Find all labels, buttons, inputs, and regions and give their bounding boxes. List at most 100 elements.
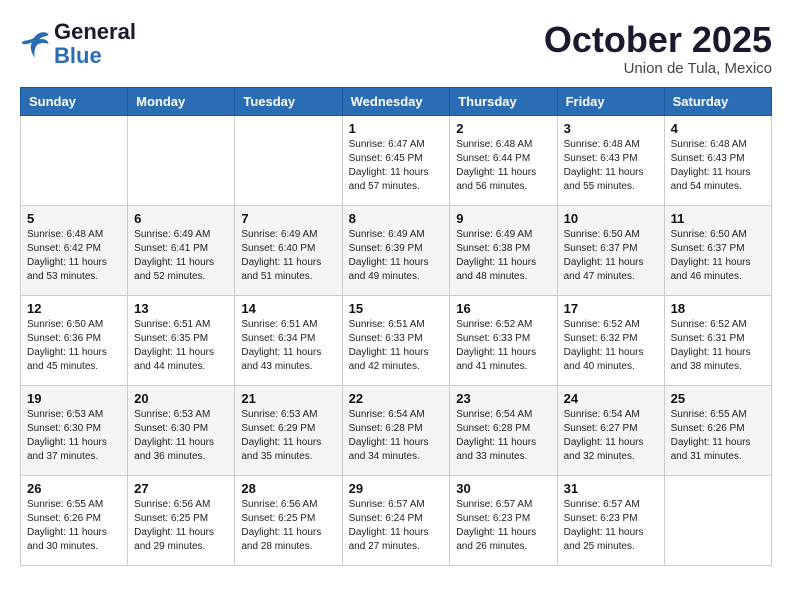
- calendar-cell: 13 Sunrise: 6:51 AM Sunset: 6:35 PM Dayli…: [128, 295, 235, 385]
- calendar-cell: 17 Sunrise: 6:52 AM Sunset: 6:32 PM Dayli…: [557, 295, 664, 385]
- day-number: 5: [27, 211, 121, 226]
- weekday-header: Saturday: [664, 87, 771, 115]
- calendar-week-row: 1Sunrise: 6:47 AM Sunset: 6:45 PM Daylig…: [21, 115, 772, 205]
- weekday-header-row: SundayMondayTuesdayWednesdayThursdayFrid…: [21, 87, 772, 115]
- calendar-cell: 3Sunrise: 6:48 AM Sunset: 6:43 PM Daylig…: [557, 115, 664, 205]
- day-number: 30: [456, 481, 550, 496]
- calendar-cell: [128, 115, 235, 205]
- calendar-cell: 23 Sunrise: 6:54 AM Sunset: 6:28 PM Dayli…: [450, 385, 557, 475]
- calendar-cell: 12 Sunrise: 6:50 AM Sunset: 6:36 PM Dayli…: [21, 295, 128, 385]
- calendar-cell: 18 Sunrise: 6:52 AM Sunset: 6:31 PM Dayli…: [664, 295, 771, 385]
- calendar-cell: 1Sunrise: 6:47 AM Sunset: 6:45 PM Daylig…: [342, 115, 450, 205]
- day-number: 23: [456, 391, 550, 406]
- day-info: Sunrise: 6:50 AM Sunset: 6:37 PM Dayligh…: [564, 228, 658, 284]
- calendar-cell: 10 Sunrise: 6:50 AM Sunset: 6:37 PM Dayli…: [557, 205, 664, 295]
- weekday-header: Thursday: [450, 87, 557, 115]
- day-number: 26: [27, 481, 121, 496]
- day-number: 27: [134, 481, 228, 496]
- day-number: 9: [456, 211, 550, 226]
- day-info: Sunrise: 6:51 AM Sunset: 6:34 PM Dayligh…: [241, 318, 335, 374]
- weekday-header: Monday: [128, 87, 235, 115]
- day-info: Sunrise: 6:54 AM Sunset: 6:28 PM Dayligh…: [456, 408, 550, 464]
- day-info: Sunrise: 6:52 AM Sunset: 6:32 PM Dayligh…: [564, 318, 658, 374]
- calendar-cell: 25 Sunrise: 6:55 AM Sunset: 6:26 PM Dayli…: [664, 385, 771, 475]
- day-info: Sunrise: 6:50 AM Sunset: 6:37 PM Dayligh…: [671, 228, 765, 284]
- weekday-header: Friday: [557, 87, 664, 115]
- day-number: 4: [671, 121, 765, 136]
- day-info: Sunrise: 6:49 AM Sunset: 6:39 PM Dayligh…: [349, 228, 444, 284]
- calendar-cell: 21Sunrise: 6:53 AM Sunset: 6:29 PM Dayli…: [235, 385, 342, 475]
- calendar-cell: [21, 115, 128, 205]
- day-number: 21: [241, 391, 335, 406]
- logo-bird-icon: [20, 30, 50, 58]
- day-info: Sunrise: 6:57 AM Sunset: 6:24 PM Dayligh…: [349, 498, 444, 554]
- day-info: Sunrise: 6:51 AM Sunset: 6:35 PM Dayligh…: [134, 318, 228, 374]
- calendar-cell: [235, 115, 342, 205]
- day-info: Sunrise: 6:48 AM Sunset: 6:42 PM Dayligh…: [27, 228, 121, 284]
- calendar-cell: 19 Sunrise: 6:53 AM Sunset: 6:30 PM Dayli…: [21, 385, 128, 475]
- day-number: 17: [564, 301, 658, 316]
- day-number: 7: [241, 211, 335, 226]
- calendar-week-row: 19 Sunrise: 6:53 AM Sunset: 6:30 PM Dayli…: [21, 385, 772, 475]
- day-number: 14: [241, 301, 335, 316]
- day-number: 2: [456, 121, 550, 136]
- title-block: October 2025 Union de Tula, Mexico: [544, 20, 772, 77]
- calendar-cell: [664, 475, 771, 565]
- day-number: 31: [564, 481, 658, 496]
- calendar-cell: 29Sunrise: 6:57 AM Sunset: 6:24 PM Dayli…: [342, 475, 450, 565]
- day-info: Sunrise: 6:57 AM Sunset: 6:23 PM Dayligh…: [564, 498, 658, 554]
- day-info: Sunrise: 6:47 AM Sunset: 6:45 PM Dayligh…: [349, 138, 444, 194]
- calendar-cell: 8 Sunrise: 6:49 AM Sunset: 6:39 PM Daylig…: [342, 205, 450, 295]
- calendar-cell: 24 Sunrise: 6:54 AM Sunset: 6:27 PM Dayli…: [557, 385, 664, 475]
- day-number: 20: [134, 391, 228, 406]
- day-number: 18: [671, 301, 765, 316]
- calendar-cell: 9Sunrise: 6:49 AM Sunset: 6:38 PM Daylig…: [450, 205, 557, 295]
- calendar-cell: 7Sunrise: 6:49 AM Sunset: 6:40 PM Daylig…: [235, 205, 342, 295]
- day-number: 8: [349, 211, 444, 226]
- calendar-cell: 5 Sunrise: 6:48 AM Sunset: 6:42 PM Daylig…: [21, 205, 128, 295]
- calendar-week-row: 5 Sunrise: 6:48 AM Sunset: 6:42 PM Daylig…: [21, 205, 772, 295]
- day-info: Sunrise: 6:54 AM Sunset: 6:28 PM Dayligh…: [349, 408, 444, 464]
- calendar-cell: 16Sunrise: 6:52 AM Sunset: 6:33 PM Dayli…: [450, 295, 557, 385]
- day-info: Sunrise: 6:55 AM Sunset: 6:26 PM Dayligh…: [27, 498, 121, 554]
- day-number: 10: [564, 211, 658, 226]
- day-number: 28: [241, 481, 335, 496]
- day-number: 19: [27, 391, 121, 406]
- calendar-cell: 28Sunrise: 6:56 AM Sunset: 6:25 PM Dayli…: [235, 475, 342, 565]
- day-info: Sunrise: 6:54 AM Sunset: 6:27 PM Dayligh…: [564, 408, 658, 464]
- calendar-cell: 6 Sunrise: 6:49 AM Sunset: 6:41 PM Daylig…: [128, 205, 235, 295]
- calendar-cell: 20 Sunrise: 6:53 AM Sunset: 6:30 PM Dayli…: [128, 385, 235, 475]
- day-info: Sunrise: 6:48 AM Sunset: 6:43 PM Dayligh…: [671, 138, 765, 194]
- weekday-header: Tuesday: [235, 87, 342, 115]
- calendar-cell: 27 Sunrise: 6:56 AM Sunset: 6:25 PM Dayli…: [128, 475, 235, 565]
- calendar-cell: 14 Sunrise: 6:51 AM Sunset: 6:34 PM Dayli…: [235, 295, 342, 385]
- weekday-header: Sunday: [21, 87, 128, 115]
- day-info: Sunrise: 6:57 AM Sunset: 6:23 PM Dayligh…: [456, 498, 550, 554]
- day-info: Sunrise: 6:50 AM Sunset: 6:36 PM Dayligh…: [27, 318, 121, 374]
- calendar-cell: 26 Sunrise: 6:55 AM Sunset: 6:26 PM Dayli…: [21, 475, 128, 565]
- day-info: Sunrise: 6:51 AM Sunset: 6:33 PM Dayligh…: [349, 318, 444, 374]
- day-info: Sunrise: 6:56 AM Sunset: 6:25 PM Dayligh…: [134, 498, 228, 554]
- day-info: Sunrise: 6:53 AM Sunset: 6:30 PM Dayligh…: [27, 408, 121, 464]
- day-info: Sunrise: 6:48 AM Sunset: 6:44 PM Dayligh…: [456, 138, 550, 194]
- calendar-cell: 15 Sunrise: 6:51 AM Sunset: 6:33 PM Dayli…: [342, 295, 450, 385]
- calendar-table: SundayMondayTuesdayWednesdayThursdayFrid…: [20, 87, 772, 566]
- day-number: 24: [564, 391, 658, 406]
- page-header: General Blue October 2025 Union de Tula,…: [20, 20, 772, 77]
- calendar-week-row: 26 Sunrise: 6:55 AM Sunset: 6:26 PM Dayli…: [21, 475, 772, 565]
- calendar-cell: 4 Sunrise: 6:48 AM Sunset: 6:43 PM Daylig…: [664, 115, 771, 205]
- day-number: 12: [27, 301, 121, 316]
- day-info: Sunrise: 6:49 AM Sunset: 6:41 PM Dayligh…: [134, 228, 228, 284]
- weekday-header: Wednesday: [342, 87, 450, 115]
- day-info: Sunrise: 6:52 AM Sunset: 6:31 PM Dayligh…: [671, 318, 765, 374]
- day-number: 13: [134, 301, 228, 316]
- day-info: Sunrise: 6:53 AM Sunset: 6:30 PM Dayligh…: [134, 408, 228, 464]
- day-number: 22: [349, 391, 444, 406]
- calendar-body: 1Sunrise: 6:47 AM Sunset: 6:45 PM Daylig…: [21, 115, 772, 565]
- day-info: Sunrise: 6:55 AM Sunset: 6:26 PM Dayligh…: [671, 408, 765, 464]
- day-number: 6: [134, 211, 228, 226]
- day-number: 25: [671, 391, 765, 406]
- day-number: 15: [349, 301, 444, 316]
- calendar-header: SundayMondayTuesdayWednesdayThursdayFrid…: [21, 87, 772, 115]
- calendar-cell: 31 Sunrise: 6:57 AM Sunset: 6:23 PM Dayli…: [557, 475, 664, 565]
